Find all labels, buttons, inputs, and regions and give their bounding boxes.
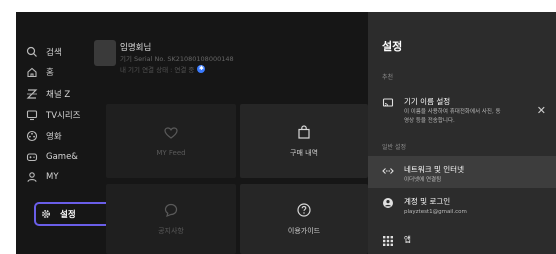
bluetooth-icon: ✱ [197,65,206,73]
settings-panel: 설정 추천 기기 이름 설정 이 이름을 사용하여 휴대전화에서 사진, 동 영… [368,12,556,254]
network-icon [382,168,394,174]
close-icon[interactable]: ✕ [537,104,546,117]
sidebar-item-label: 홈 [46,68,54,78]
tile-label: 공지사항 [158,227,184,235]
user-icon [27,172,37,182]
tile-label: 이용가이드 [287,227,321,235]
section-label-general: 일반 설정 [382,144,406,151]
game-icon [26,153,38,162]
settings-item-title: 네트워크 및 인터넷 [404,165,464,174]
settings-item-apps[interactable]: 앱 [368,234,556,252]
connection-status: 내 기기 연결 상태 : 연결 중 ✱ [120,64,206,74]
chat-icon [164,203,178,217]
panel-title: 설정 [382,40,403,53]
channel-icon [26,89,38,99]
sidebar-item-channel-z[interactable]: 채널 Z [26,84,136,104]
cast-icon [382,98,394,107]
search-icon [26,46,37,57]
sidebar-item-label: Game& [46,152,78,162]
tile-label: 구매 내역 [290,149,318,157]
home-icon [27,67,37,78]
device-name-subtitle-2: 영상 등을 전송합니다. [404,118,455,124]
sidebar-item-label: 영화 [46,132,62,142]
sidebar-item-label: 채널 Z [46,90,71,100]
sidebar-item-label: TV시리즈 [46,111,81,121]
avatar [94,40,116,66]
settings-item-network[interactable]: 네트워크 및 인터넷 이더넷에 연결됨 [368,156,556,188]
heart-icon [164,127,178,139]
tv-screen: 검색 홈 채널 Z TV시리즈 영화 Game& MY 설정 임명회님 기기 S… [16,12,556,254]
apps-icon [383,236,393,246]
settings-item-subtitle: playztest1@gmail.com [404,209,467,215]
device-name-subtitle-1: 이 이름을 사용하여 휴대전화에서 사진, 동 [404,109,501,115]
settings-item-account[interactable]: 계정 및 로그인 playztest1@gmail.com [368,196,556,222]
profile-name: 임명회님 [120,43,152,53]
section-label-recommended: 추천 [382,74,394,81]
account-icon [383,198,393,208]
sidebar-item-label: 설정 [60,210,76,220]
settings-item-subtitle: 이더넷에 연결됨 [404,177,442,183]
settings-item-title: 앱 [404,235,411,244]
tile-notice[interactable]: 공지사항 [106,184,236,254]
gear-icon [41,209,51,219]
sidebar-item-label: MY [46,172,59,182]
tv-icon [26,110,38,121]
tile-user-guide[interactable]: 이용가이드 [240,184,368,254]
device-serial: 기기 Serial No. SK21080108000148 [120,55,234,63]
settings-item-title: 계정 및 로그인 [404,197,451,206]
tile-purchase-history[interactable]: 구매 내역 [240,104,368,178]
device-name-title: 기기 이름 설정 [404,97,451,106]
movie-icon [26,130,38,142]
shopping-bag-icon [298,125,310,139]
tile-label: MY Feed [156,149,186,157]
help-icon [297,203,311,217]
device-name-setting[interactable]: 기기 이름 설정 이 이름을 사용하여 휴대전화에서 사진, 동 영상 등을 전… [368,96,556,130]
connection-status-text: 내 기기 연결 상태 : 연결 중 [120,66,195,74]
tile-my-feed[interactable]: MY Feed [106,104,236,178]
sidebar-item-label: 검색 [46,48,62,58]
main-area: 검색 홈 채널 Z TV시리즈 영화 Game& MY 설정 임명회님 기기 S… [16,12,368,254]
